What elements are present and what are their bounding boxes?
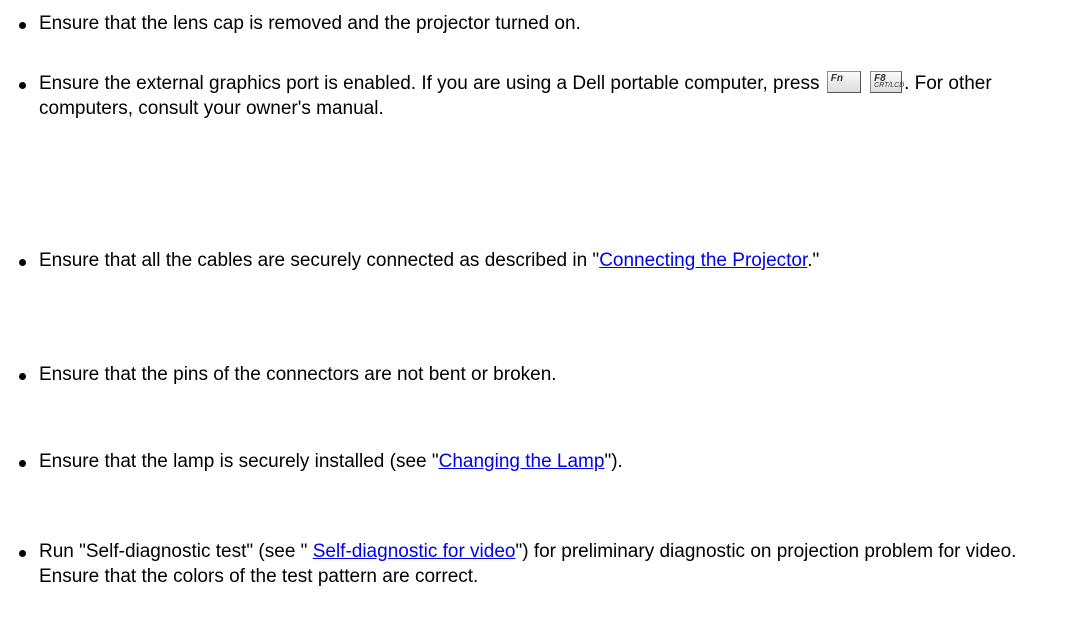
checklist-item-lens-cap: Ensure that the lens cap is removed and … xyxy=(18,11,1059,36)
crt-lcd-key-label: CRT/LCD xyxy=(874,82,905,89)
item-text: Ensure that the pins of the connectors a… xyxy=(39,364,557,385)
checklist-item-graphics-port: Ensure the external graphics port is ena… xyxy=(18,71,1059,121)
item-text-start: Run "Self-diagnostic test" (see " xyxy=(39,541,313,562)
checklist-item-pins: Ensure that the pins of the connectors a… xyxy=(18,362,1059,387)
item-text: Ensure that all the cables are securely … xyxy=(18,248,1059,273)
changing-the-lamp-link[interactable]: Changing the Lamp xyxy=(439,451,605,472)
item-text: Ensure that the lens cap is removed and … xyxy=(39,13,581,34)
fn-key-label: Fn xyxy=(830,73,843,84)
f8-crt-lcd-key-icon: F8 CRT/LCD xyxy=(870,71,905,93)
connecting-the-projector-link[interactable]: Connecting the Projector xyxy=(599,250,807,271)
item-text-end: "). xyxy=(604,451,623,472)
bullet-icon xyxy=(19,22,26,29)
item-text-end: ." xyxy=(807,250,820,271)
fn-key-icon: Fn xyxy=(826,71,861,93)
bullet-icon xyxy=(19,550,26,557)
item-text: Run "Self-diagnostic test" (see " Self-d… xyxy=(18,539,1059,589)
checklist-item-lamp: Ensure that the lamp is securely install… xyxy=(18,449,1059,474)
bullet-icon xyxy=(19,373,26,380)
item-text-start: Ensure the external graphics port is ena… xyxy=(39,73,825,94)
bullet-icon xyxy=(19,460,26,467)
bullet-icon xyxy=(19,82,26,89)
bullet-icon xyxy=(19,259,26,266)
checklist-item-cables: Ensure that all the cables are securely … xyxy=(18,248,1059,273)
checklist-item-self-diagnostic: Run "Self-diagnostic test" (see " Self-d… xyxy=(18,539,1059,589)
self-diagnostic-for-video-link[interactable]: Self-diagnostic for video xyxy=(313,541,516,562)
item-text-start: Ensure that all the cables are securely … xyxy=(39,250,600,271)
item-text-start: Ensure that the lamp is securely install… xyxy=(39,451,439,472)
item-text: Ensure that the lamp is securely install… xyxy=(18,449,1059,474)
item-text: Ensure the external graphics port is ena… xyxy=(18,71,1059,121)
